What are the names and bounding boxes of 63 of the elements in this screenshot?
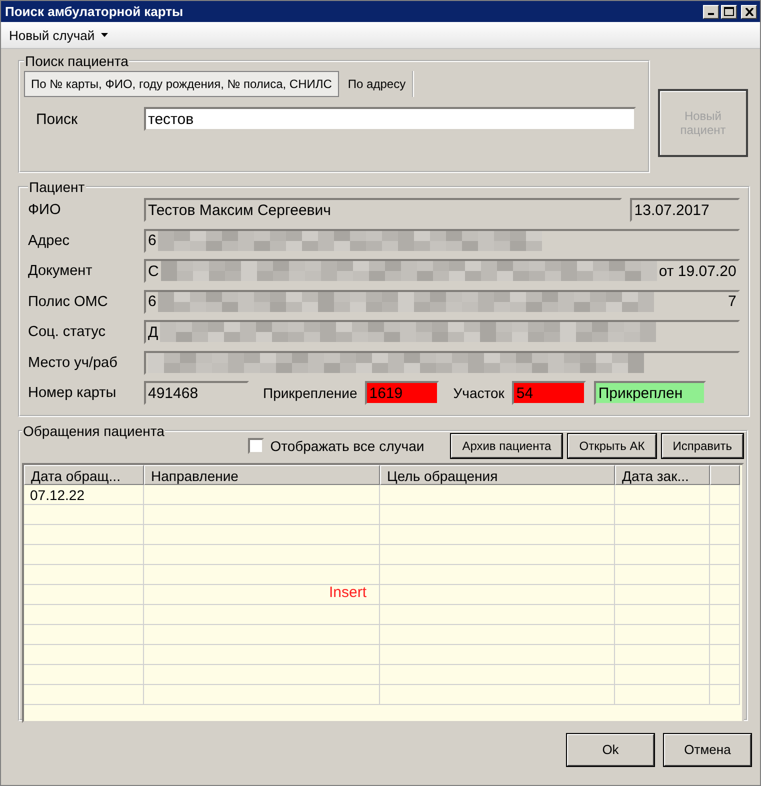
table-cell bbox=[710, 484, 740, 504]
dialog-button[interactable]: Отмена bbox=[663, 732, 752, 766]
table-cell bbox=[710, 644, 740, 664]
table-cell bbox=[710, 604, 740, 624]
action-button[interactable]: Архив пациента bbox=[450, 432, 564, 458]
column-header[interactable]: Дата зак... bbox=[615, 464, 710, 484]
text-field[interactable] bbox=[144, 350, 740, 375]
field-value: от 19.07.20 bbox=[658, 262, 736, 280]
tab[interactable]: По № карты, ФИО, году рождения, № полиса, СНИЛС bbox=[24, 71, 339, 97]
field-label: Документ bbox=[28, 263, 94, 280]
field-label: Прикрепление bbox=[263, 385, 358, 402]
table-cell: 07.12.22 bbox=[24, 484, 144, 504]
field-value: 6 bbox=[148, 232, 156, 250]
field-label: ФИО bbox=[28, 202, 62, 218]
status-field[interactable]: 54 bbox=[512, 381, 586, 406]
group-title: Обращения пациента bbox=[22, 422, 166, 438]
field-label: Номер карты bbox=[28, 385, 118, 402]
action-button[interactable]: Исправить bbox=[660, 432, 744, 458]
close-button[interactable] bbox=[741, 4, 757, 18]
menu-item[interactable]: Новый случай bbox=[5, 26, 112, 44]
column-header[interactable]: Цель обращения bbox=[380, 464, 615, 484]
maximize-icon bbox=[724, 7, 734, 16]
field-label: Полис ОМС bbox=[28, 294, 109, 310]
overlay-text: Insert bbox=[329, 584, 367, 600]
dialog-button[interactable]: Ok bbox=[566, 732, 655, 766]
field-value: 6 bbox=[148, 293, 156, 310]
date-field[interactable]: 13.07.2017 bbox=[630, 198, 740, 222]
minimize-button[interactable] bbox=[703, 4, 719, 18]
field-label: Поиск bbox=[35, 110, 79, 128]
close-icon bbox=[744, 8, 754, 16]
field-label: Адрес bbox=[28, 232, 71, 249]
text-field[interactable]: 6 7 bbox=[144, 290, 740, 314]
table-cell bbox=[710, 584, 740, 604]
group-title: Пациент bbox=[28, 179, 86, 195]
table-cell bbox=[710, 504, 740, 524]
action-button[interactable]: Открыть АК bbox=[567, 432, 657, 458]
search-field[interactable]: тестов bbox=[144, 107, 636, 131]
text-field[interactable]: С от 19.07.20 bbox=[144, 259, 740, 284]
text-field[interactable]: 6 bbox=[144, 228, 740, 253]
table-cell bbox=[710, 564, 740, 584]
field-value: Д bbox=[148, 324, 158, 341]
table-cell bbox=[710, 544, 740, 564]
text-field[interactable]: Д bbox=[144, 320, 740, 344]
status-field[interactable]: Прикреплен bbox=[594, 381, 706, 406]
table-cell bbox=[710, 624, 740, 644]
text-field[interactable]: 491468 bbox=[144, 381, 249, 406]
status-field[interactable]: 1619 bbox=[365, 381, 440, 406]
field-label: Место уч/раб bbox=[28, 354, 118, 371]
table-cell bbox=[710, 664, 740, 684]
maximize-button[interactable] bbox=[721, 4, 737, 18]
table-cell bbox=[710, 684, 740, 704]
field-value: Тестов Максим Сергеевич bbox=[148, 202, 331, 219]
window-title: Поиск амбулаторной карты bbox=[5, 4, 184, 19]
field-value: С bbox=[148, 262, 159, 280]
group-title: Поиск пациента bbox=[24, 53, 130, 69]
checkbox-box[interactable] bbox=[248, 438, 264, 454]
field-value: 7 bbox=[728, 293, 736, 310]
field-label: Соц. статус bbox=[28, 324, 107, 340]
text-field[interactable]: Тестов Максим Сергеевич bbox=[144, 198, 622, 222]
column-header[interactable]: Дата обращ... bbox=[24, 464, 144, 484]
field-label: Участок bbox=[453, 385, 504, 402]
table-cell bbox=[710, 524, 740, 544]
column-header[interactable]: Направление bbox=[144, 464, 380, 484]
